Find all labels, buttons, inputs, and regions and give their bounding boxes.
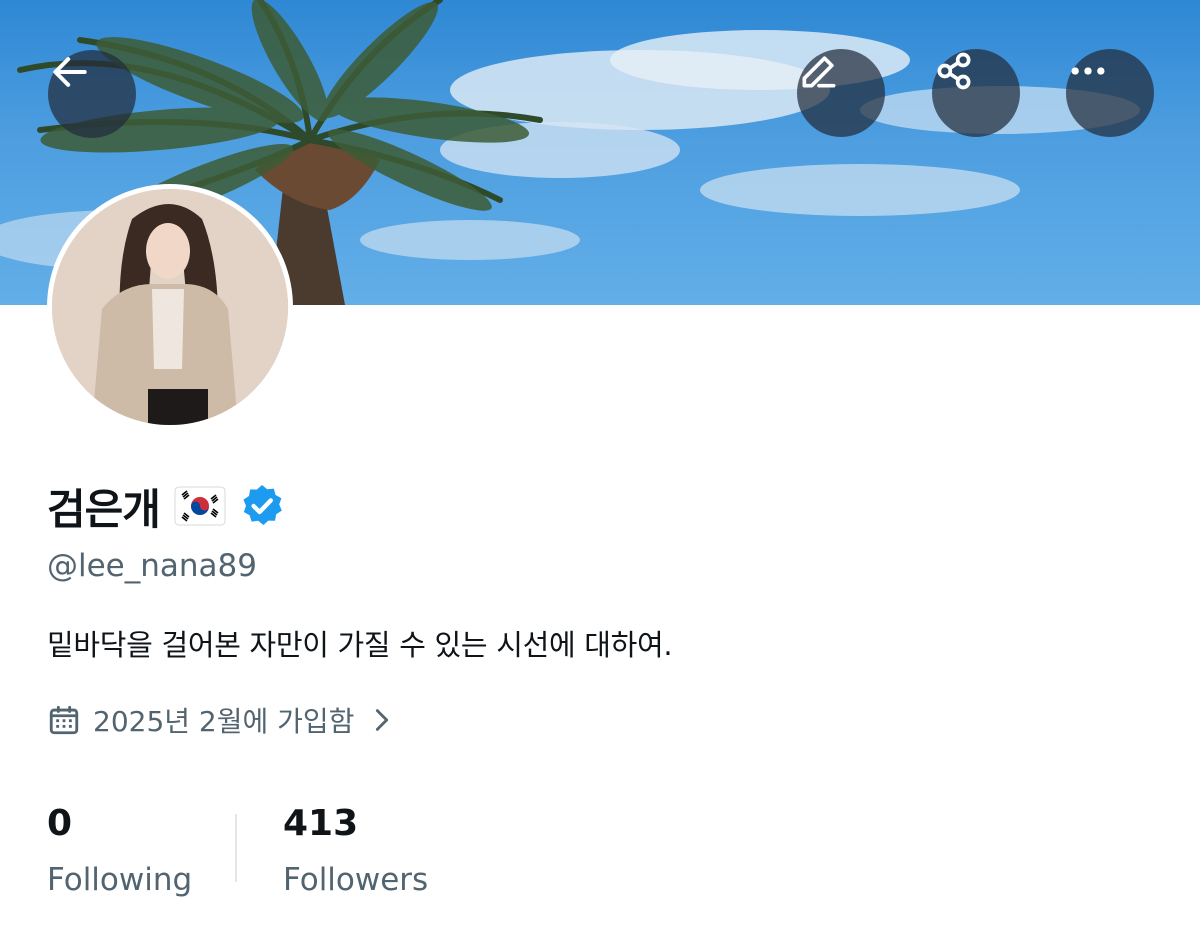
south-korea-flag-icon bbox=[174, 486, 226, 526]
avatar-image bbox=[52, 189, 288, 425]
avatar-photo bbox=[52, 189, 288, 425]
profile-avatar[interactable] bbox=[47, 184, 293, 430]
back-button[interactable] bbox=[48, 50, 136, 138]
followers-label: Followers bbox=[283, 862, 429, 898]
edit-profile-button[interactable] bbox=[797, 49, 885, 137]
arrow-left-icon bbox=[53, 57, 87, 87]
joined-date-text: 2025년 2월에 가입함 bbox=[93, 705, 355, 738]
more-horizontal-icon bbox=[1071, 67, 1105, 75]
followers-count: 413 bbox=[283, 803, 359, 844]
more-options-button[interactable] bbox=[1066, 49, 1154, 137]
share-button[interactable] bbox=[932, 49, 1020, 137]
profile-bio: 밑바닥을 걸어본 자만이 가질 수 있는 시선에 대하여. bbox=[47, 628, 673, 662]
display-name-row: 검은개 bbox=[47, 476, 286, 536]
followers-stat[interactable]: 413 Followers bbox=[283, 802, 428, 902]
following-count: 0 bbox=[47, 803, 73, 844]
following-label: Following bbox=[47, 862, 193, 898]
stats-divider bbox=[235, 814, 237, 882]
pencil-icon bbox=[802, 56, 836, 88]
following-stat[interactable]: 0 Following bbox=[47, 802, 192, 902]
share-icon bbox=[937, 52, 971, 90]
chevron-right-icon bbox=[376, 709, 389, 731]
display-name: 검은개 bbox=[47, 484, 161, 534]
calendar-icon bbox=[49, 705, 79, 735]
joined-date-row[interactable]: 2025년 2월에 가입함 bbox=[47, 698, 396, 742]
verified-badge-icon[interactable] bbox=[238, 482, 286, 530]
profile-handle: @lee_nana89 bbox=[47, 548, 257, 584]
